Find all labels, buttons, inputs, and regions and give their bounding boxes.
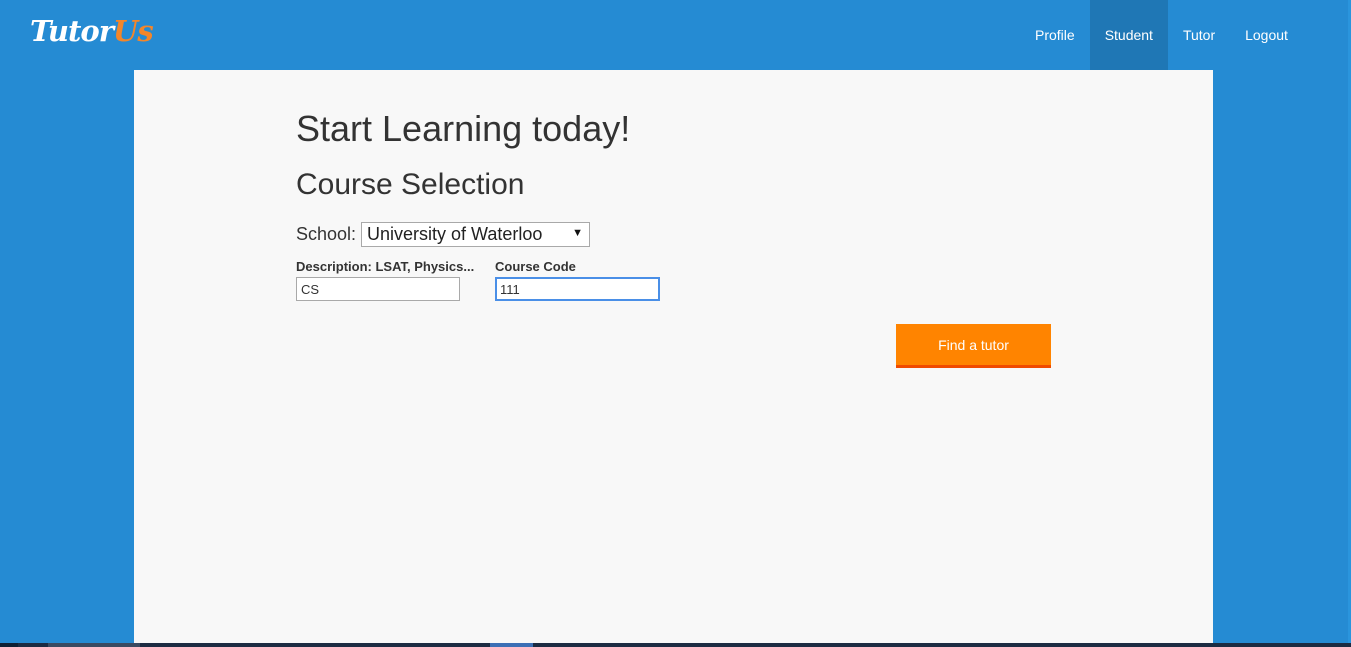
tutorus-logo[interactable]: TutorUs [30,14,154,48]
page-title: Start Learning today! [296,108,631,149]
find-tutor-button[interactable]: Find a tutor [896,324,1051,368]
nav-item-logout[interactable]: Logout [1230,0,1303,70]
nav-item-tutor[interactable]: Tutor [1168,0,1230,70]
school-select[interactable]: University of Waterloo ▼ [361,222,590,247]
description-label: Description: LSAT, Physics... [296,259,475,274]
taskbar-start-segment [0,643,18,647]
main-nav: Profile Student Tutor Logout [1020,0,1303,70]
school-select-value: University of Waterloo [367,224,543,244]
dropdown-arrow-icon: ▼ [572,227,583,239]
main-content-panel: Start Learning today! Course Selection S… [134,70,1213,643]
taskbar-app-segment [48,643,140,647]
nav-item-profile[interactable]: Profile [1020,0,1090,70]
os-taskbar [0,643,1351,647]
description-input[interactable] [296,277,460,301]
nav-item-student[interactable]: Student [1089,0,1168,70]
course-code-label: Course Code [495,259,576,274]
top-navbar: TutorUs Profile Student Tutor Logout [0,0,1351,70]
logo-text-accent: Us [113,14,154,48]
course-code-input[interactable] [495,277,660,301]
taskbar-active-app-segment [490,643,533,647]
section-title: Course Selection [296,168,525,201]
school-label: School: [296,224,357,244]
logo-text-main: Tutor [30,14,114,48]
